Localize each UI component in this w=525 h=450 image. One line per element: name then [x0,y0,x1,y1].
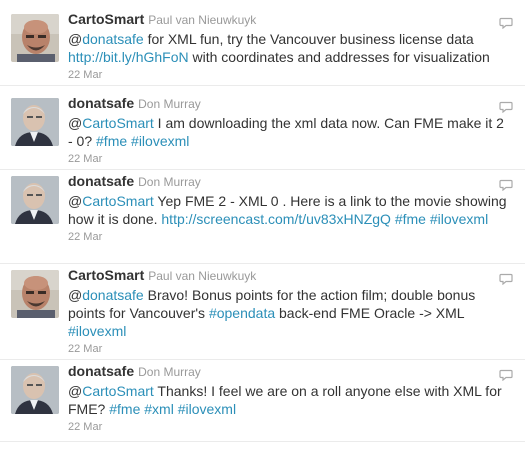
avatar[interactable] [11,98,59,146]
reply-icon[interactable] [499,16,513,30]
full-name: Don Murray [138,175,201,189]
tweet-item: donatsafe Don Murray @CartoSmart I am down… [0,94,525,170]
timestamp[interactable]: 22 Mar [68,231,511,244]
reply-icon[interactable] [499,272,513,286]
hashtag-link[interactable]: #ilovexml [178,401,236,417]
tweet-text-segment: for XML fun, try the Vancouver business … [143,31,474,47]
mention-link[interactable]: CartoSmart [82,383,154,399]
tweet-content: donatsafe Don Murray @CartoSmart I am down… [68,94,511,166]
mention-link[interactable]: CartoSmart [82,193,154,209]
tweet-header: CartoSmart Paul van Nieuwkuyk [68,10,511,28]
timestamp[interactable]: 22 Mar [68,421,511,434]
mention-link[interactable]: CartoSmart [82,115,154,131]
divider [0,263,525,264]
tweet-item: donatsafe Don Murray @CartoSmart Yep FME 2… [0,172,525,264]
tweet-text-segment: back-end FME Oracle -> XML [275,305,465,321]
tweet-item: CartoSmart Paul van Nieuwkuyk @donatsafe B… [0,266,525,360]
tweet-item: CartoSmart Paul van Nieuwkuyk @donatsafe f… [0,10,525,86]
hashtag-link[interactable]: #ilovexml [131,133,189,149]
hashtag-link[interactable]: #ilovexml [68,323,126,339]
screen-name[interactable]: CartoSmart [68,11,144,27]
tweet-text: @donatsafe Bravo! Bonus points for the a… [68,286,511,340]
screen-name[interactable]: donatsafe [68,95,134,111]
tweet-header: donatsafe Don Murray [68,172,511,190]
screen-name[interactable]: donatsafe [68,173,134,189]
url-link[interactable]: http://screencast.com/t/uv83xHNZgQ [161,211,391,227]
tweet-content: CartoSmart Paul van Nieuwkuyk @donatsafe B… [68,266,511,356]
reply-icon[interactable] [499,100,513,114]
tweet-text-segment: @ [68,115,83,131]
full-name: Paul van Nieuwkuyk [148,13,257,27]
tweet-text-segment: @ [68,383,83,399]
hashtag-link[interactable]: #fme [96,133,127,149]
full-name: Don Murray [138,365,201,379]
tweet-header: donatsafe Don Murray [68,362,511,380]
divider [0,441,525,442]
timestamp[interactable]: 22 Mar [68,153,511,166]
screen-name[interactable]: CartoSmart [68,267,144,283]
tweet-header: CartoSmart Paul van Nieuwkuyk [68,266,511,284]
full-name: Paul van Nieuwkuyk [148,269,257,283]
full-name: Don Murray [138,97,201,111]
avatar[interactable] [11,270,59,318]
tweet-header: donatsafe Don Murray [68,94,511,112]
tweet-text-segment: @ [68,193,83,209]
tweet-content: donatsafe Don Murray @CartoSmart Yep FME 2… [68,172,511,244]
tweet-timeline: CartoSmart Paul van Nieuwkuyk @donatsafe f… [0,0,525,450]
url-link[interactable]: http://bit.ly/hGhFoN [68,49,189,65]
timestamp[interactable]: 22 Mar [68,343,511,356]
tweet-text: @CartoSmart Thanks! I feel we are on a r… [68,382,511,418]
hashtag-link[interactable]: #fme [109,401,140,417]
tweet-item: donatsafe Don Murray @CartoSmart Thanks! I… [0,362,525,442]
tweet-content: CartoSmart Paul van Nieuwkuyk @donatsafe f… [68,10,511,82]
tweet-text: @CartoSmart Yep FME 2 - XML 0 . Here is … [68,192,511,228]
avatar[interactable] [11,176,59,224]
divider [0,85,525,86]
hashtag-link[interactable]: #xml [144,401,174,417]
hashtag-link[interactable]: #opendata [209,305,275,321]
reply-icon[interactable] [499,368,513,382]
tweet-text-segment: @ [68,287,83,303]
divider [0,169,525,170]
hashtag-link[interactable]: #fme [395,211,426,227]
tweet-text-segment: with coordinates and addresses for visua… [188,49,490,65]
hashtag-link[interactable]: #ilovexml [430,211,488,227]
divider [0,359,525,360]
mention-link[interactable]: donatsafe [82,287,144,303]
tweet-content: donatsafe Don Murray @CartoSmart Thanks! I… [68,362,511,434]
avatar[interactable] [11,14,59,62]
timestamp[interactable]: 22 Mar [68,69,511,82]
tweet-text: @donatsafe for XML fun, try the Vancouve… [68,30,511,66]
screen-name[interactable]: donatsafe [68,363,134,379]
tweet-text-segment: @ [68,31,83,47]
avatar[interactable] [11,366,59,414]
tweet-text: @CartoSmart I am downloading the xml dat… [68,114,511,150]
reply-icon[interactable] [499,178,513,192]
mention-link[interactable]: donatsafe [82,31,144,47]
